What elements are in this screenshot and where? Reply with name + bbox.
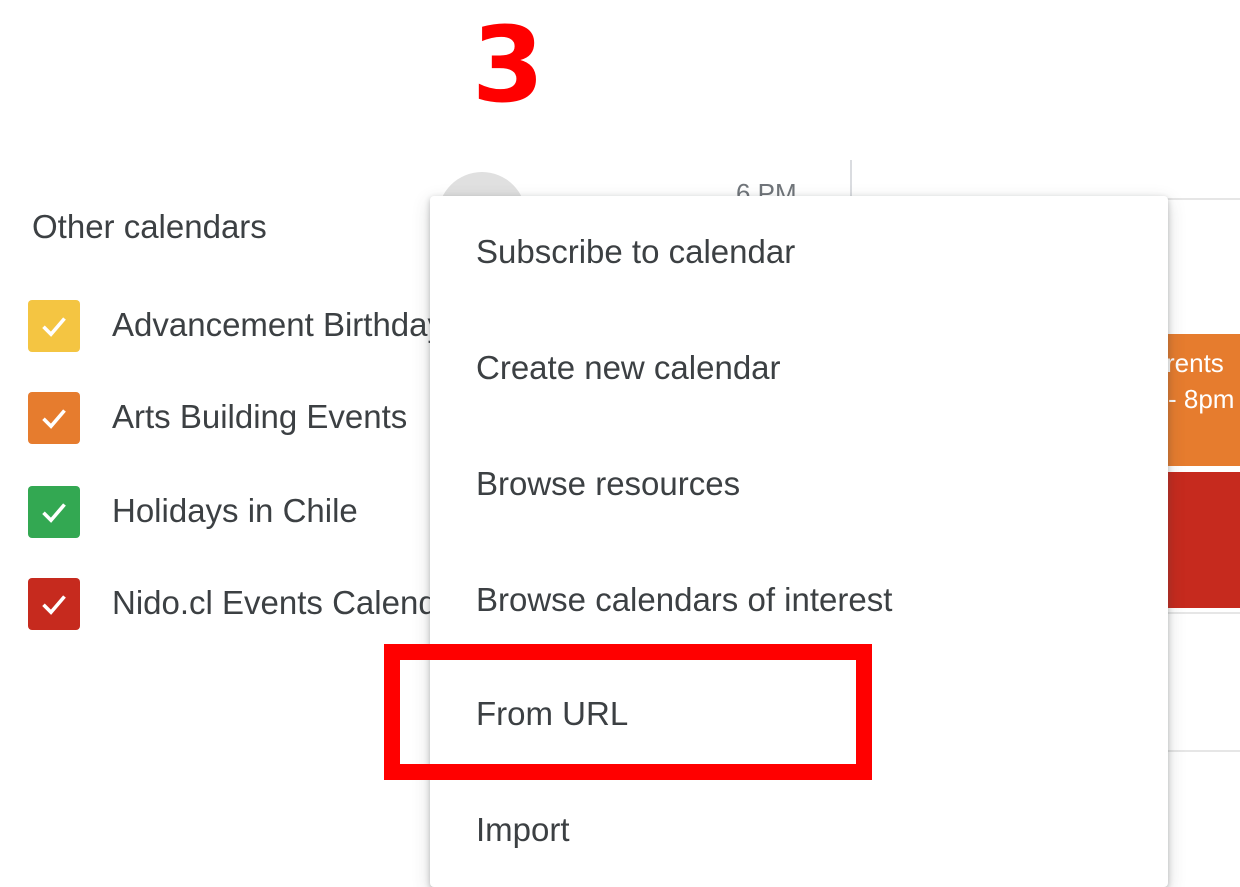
event-time: - 8pm xyxy=(1168,384,1235,414)
menu-item-browse-resources[interactable]: Browse resources xyxy=(430,434,1168,534)
calendar-item-holidays[interactable]: Holidays in Chile xyxy=(28,486,440,538)
calendar-item-advancement[interactable]: Advancement Birthdays xyxy=(28,300,440,352)
menu-item-import[interactable]: Import xyxy=(430,780,1168,880)
checkbox-checked-icon[interactable] xyxy=(28,300,80,352)
add-calendar-menu: Subscribe to calendar Create new calenda… xyxy=(430,196,1168,887)
menu-item-from-url[interactable]: From URL xyxy=(430,664,1168,764)
menu-item-create-new[interactable]: Create new calendar xyxy=(430,318,1168,418)
menu-item-browse-interest[interactable]: Browse calendars of interest xyxy=(430,550,1168,650)
menu-item-subscribe[interactable]: Subscribe to calendar xyxy=(430,202,1168,302)
calendar-item-arts[interactable]: Arts Building Events xyxy=(28,392,440,444)
event-block-nido[interactable] xyxy=(1166,472,1240,608)
calendar-item-label: Advancement Birthdays xyxy=(112,306,440,343)
step-number: 3 xyxy=(471,4,545,126)
checkbox-checked-icon[interactable] xyxy=(28,578,80,630)
checkbox-checked-icon[interactable] xyxy=(28,486,80,538)
calendar-item-label: Arts Building Events xyxy=(112,398,408,435)
other-calendars-title: Other calendars xyxy=(32,208,267,245)
event-block-arts[interactable]: rents - 8pm xyxy=(1166,334,1240,466)
sidebar: Other calendars Advancement Birthdays Ar… xyxy=(0,160,440,887)
event-title: rents xyxy=(1166,348,1224,378)
calendar-item-nido[interactable]: Nido.cl Events Calendar xyxy=(28,578,440,630)
checkbox-checked-icon[interactable] xyxy=(28,392,80,444)
calendar-item-label: Nido.cl Events Calendar xyxy=(112,584,440,621)
calendar-item-label: Holidays in Chile xyxy=(112,492,358,529)
